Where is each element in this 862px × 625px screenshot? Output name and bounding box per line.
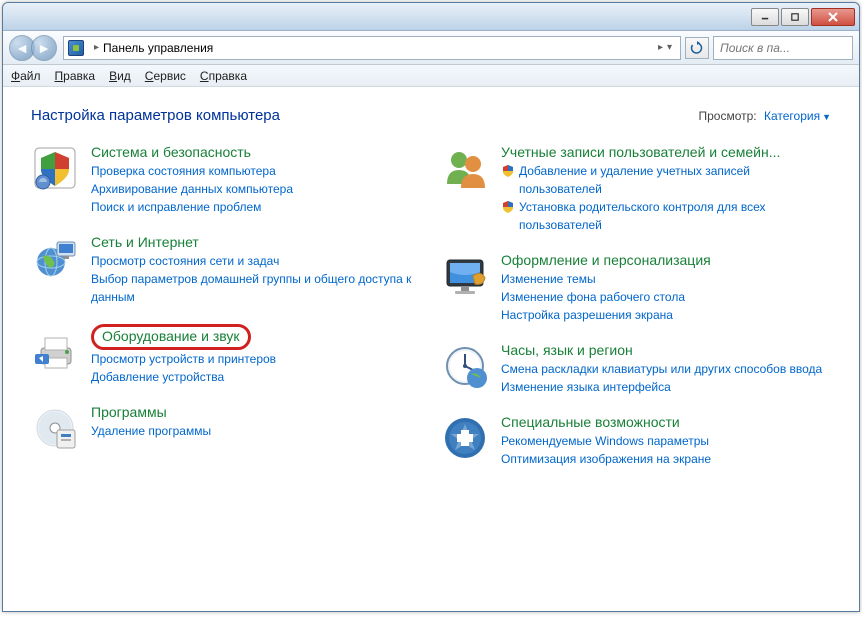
category-title[interactable]: Учетные записи пользователей и семейн...: [501, 144, 780, 160]
category-link[interactable]: Оптимизация изображения на экране: [501, 450, 831, 468]
clock-icon: [441, 342, 489, 390]
menu-edit[interactable]: Правка: [55, 69, 96, 83]
window: ◄ ► ▸ Панель управления ▸ ▾ Файл Правка …: [2, 2, 860, 612]
monitor-icon: [441, 252, 489, 300]
breadcrumb-arrow-after[interactable]: ▸: [658, 42, 663, 53]
category-title[interactable]: Часы, язык и регион: [501, 342, 633, 358]
category-body: Специальные возможности Рекомендуемые Win…: [501, 414, 831, 468]
content-header: Настройка параметров компьютера Просмотр…: [31, 107, 831, 124]
category-clock: Часы, язык и регион Смена раскладки клави…: [441, 342, 831, 396]
minimize-button[interactable]: [751, 8, 779, 26]
category-body: Оборудование и звук Просмотр устройств и …: [91, 324, 421, 386]
category-body: Сеть и Интернет Просмотр состояния сети и…: [91, 234, 421, 306]
view-by-value[interactable]: Категория: [764, 109, 820, 123]
close-button[interactable]: [811, 8, 855, 26]
category-link[interactable]: Добавление и удаление учетных записей по…: [519, 162, 831, 198]
refresh-button[interactable]: [685, 37, 709, 59]
forward-button[interactable]: ►: [31, 35, 57, 61]
category-link[interactable]: Изменение языка интерфейса: [501, 378, 831, 396]
category-link[interactable]: Поиск и исправление проблем: [91, 198, 421, 216]
search-input[interactable]: [720, 41, 862, 55]
address-bar[interactable]: ▸ Панель управления ▸ ▾: [63, 36, 681, 60]
access-icon: [441, 414, 489, 462]
nav-arrows: ◄ ►: [9, 35, 57, 61]
category-title[interactable]: Оборудование и звук: [102, 328, 240, 344]
menu-file[interactable]: Файл: [11, 69, 41, 83]
breadcrumb-arrow: ▸: [94, 42, 99, 53]
disc-icon: [31, 404, 79, 452]
category-link[interactable]: Изменение темы: [501, 270, 831, 288]
content: Настройка параметров компьютера Просмотр…: [3, 87, 859, 611]
category-access: Специальные возможности Рекомендуемые Win…: [441, 414, 831, 468]
maximize-button[interactable]: [781, 8, 809, 26]
uac-shield-icon: [501, 164, 515, 178]
search-box[interactable]: [713, 36, 853, 60]
globe-icon: [31, 234, 79, 282]
menu-tools[interactable]: Сервис: [145, 69, 186, 83]
category-disc: Программы Удаление программы: [31, 404, 421, 452]
view-dropdown-icon[interactable]: ▼: [822, 112, 831, 122]
menubar: Файл Правка Вид Сервис Справка: [3, 65, 859, 87]
category-link[interactable]: Удаление программы: [91, 422, 421, 440]
category-title[interactable]: Оформление и персонализация: [501, 252, 711, 268]
category-link[interactable]: Добавление устройства: [91, 368, 421, 386]
category-body: Часы, язык и регион Смена раскладки клави…: [501, 342, 831, 396]
view-by-label: Просмотр:: [698, 109, 756, 123]
category-title[interactable]: Специальные возможности: [501, 414, 680, 430]
users-icon: [441, 144, 489, 192]
page-title: Настройка параметров компьютера: [31, 107, 280, 124]
link-row: Установка родительского контроля для все…: [501, 198, 831, 234]
categories: Система и безопасность Проверка состояния…: [31, 144, 831, 486]
menu-help[interactable]: Справка: [200, 69, 247, 83]
category-link[interactable]: Настройка разрешения экрана: [501, 306, 831, 324]
category-link[interactable]: Рекомендуемые Windows параметры: [501, 432, 831, 450]
category-link[interactable]: Архивирование данных компьютера: [91, 180, 421, 198]
left-column: Система и безопасность Проверка состояния…: [31, 144, 421, 486]
view-by: Просмотр: Категория▼: [698, 109, 831, 123]
category-link[interactable]: Просмотр состояния сети и задач: [91, 252, 421, 270]
shield-icon: [31, 144, 79, 192]
category-title[interactable]: Сеть и Интернет: [91, 234, 199, 250]
category-title[interactable]: Программы: [91, 404, 167, 420]
category-body: Система и безопасность Проверка состояния…: [91, 144, 421, 216]
control-panel-icon: [68, 40, 84, 56]
printer-icon: [31, 324, 79, 372]
category-title[interactable]: Система и безопасность: [91, 144, 251, 160]
category-link[interactable]: Изменение фона рабочего стола: [501, 288, 831, 306]
category-body: Учетные записи пользователей и семейн...…: [501, 144, 831, 234]
category-link[interactable]: Смена раскладки клавиатуры или других сп…: [501, 360, 831, 378]
category-shield: Система и безопасность Проверка состояния…: [31, 144, 421, 216]
category-link[interactable]: Проверка состояния компьютера: [91, 162, 421, 180]
category-link[interactable]: Выбор параметров домашней группы и общег…: [91, 270, 421, 306]
category-link[interactable]: Просмотр устройств и принтеров: [91, 350, 421, 368]
category-users: Учетные записи пользователей и семейн...…: [441, 144, 831, 234]
titlebar: [3, 3, 859, 31]
category-printer: Оборудование и звук Просмотр устройств и …: [31, 324, 421, 386]
category-link[interactable]: Установка родительского контроля для все…: [519, 198, 831, 234]
address-dropdown-icon[interactable]: ▾: [667, 42, 672, 53]
breadcrumb-text[interactable]: Панель управления: [103, 41, 654, 55]
category-globe: Сеть и Интернет Просмотр состояния сети и…: [31, 234, 421, 306]
category-body: Программы Удаление программы: [91, 404, 421, 452]
category-body: Оформление и персонализация Изменение тем…: [501, 252, 831, 324]
right-column: Учетные записи пользователей и семейн...…: [441, 144, 831, 486]
menu-view[interactable]: Вид: [109, 69, 131, 83]
link-row: Добавление и удаление учетных записей по…: [501, 162, 831, 198]
highlight-annotation: Оборудование и звук: [91, 324, 251, 350]
uac-shield-icon: [501, 200, 515, 214]
navbar: ◄ ► ▸ Панель управления ▸ ▾: [3, 31, 859, 65]
category-monitor: Оформление и персонализация Изменение тем…: [441, 252, 831, 324]
